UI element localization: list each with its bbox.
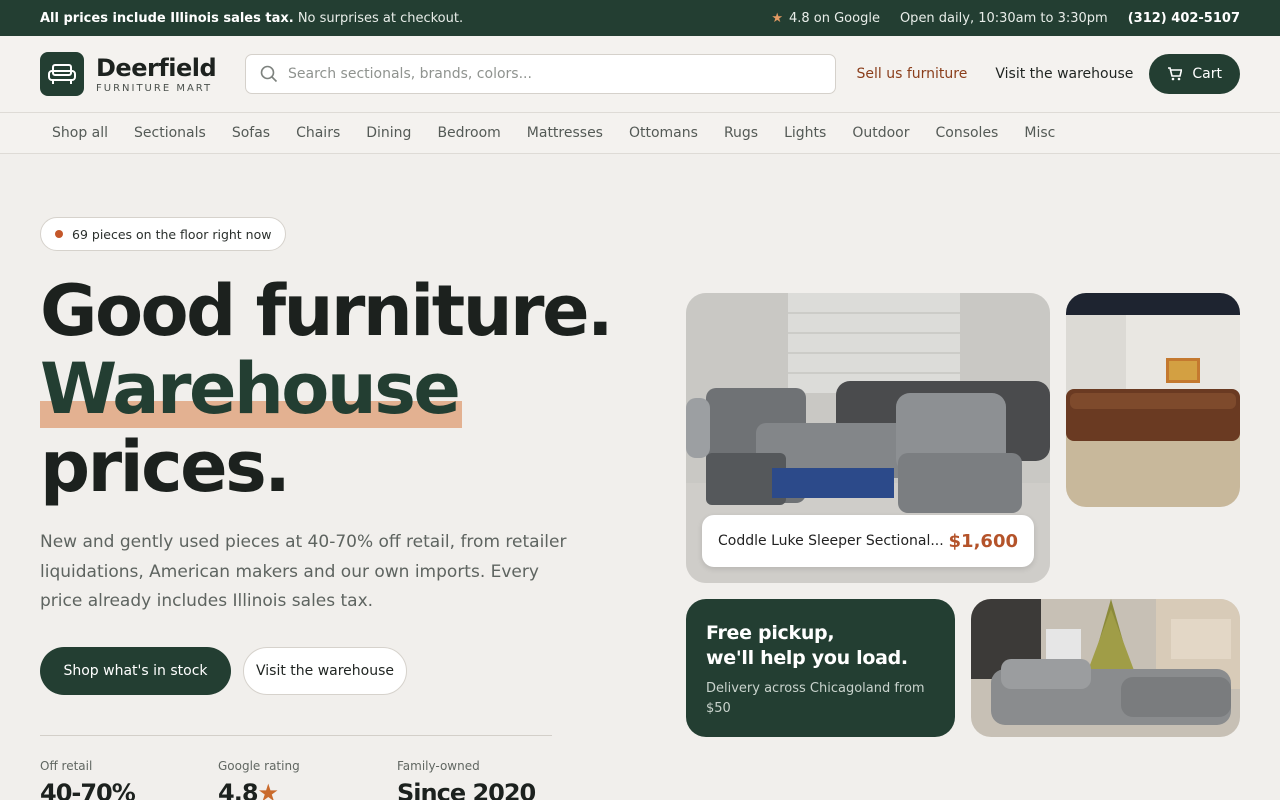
stat-label: Family-owned: [397, 759, 480, 773]
inventory-badge: 69 pieces on the floor right now: [40, 217, 287, 251]
visit-warehouse-button[interactable]: Visit the warehouse: [243, 647, 407, 695]
nav-bedroom[interactable]: Bedroom: [437, 125, 500, 141]
live-dot-icon: [55, 230, 63, 238]
tax-notice-bold: All prices include Illinois sales tax.: [40, 10, 294, 26]
nav-sofas[interactable]: Sofas: [232, 125, 270, 141]
shop-stock-button[interactable]: Shop what's in stock: [40, 647, 231, 695]
nav-ottomans[interactable]: Ottomans: [629, 125, 698, 141]
stat-family-owned: Family-owned Since 2020: [397, 759, 536, 800]
site-header: Deerfield FURNITURE MART Search sectiona…: [0, 36, 1280, 113]
nav-shop-all[interactable]: Shop all: [52, 125, 108, 141]
visit-warehouse-link[interactable]: Visit the warehouse: [995, 66, 1133, 82]
featured-product-card[interactable]: Coddle Luke Sleeper Sectional... $1,600: [686, 293, 1050, 583]
stat-google-rating: Google rating 4.8★: [218, 759, 300, 800]
stat-value: 40-70%: [40, 779, 136, 800]
category-nav: Shop all Sectionals Sofas Chairs Dining …: [0, 113, 1280, 154]
logo[interactable]: Deerfield FURNITURE MART: [40, 52, 245, 96]
featured-product-name: Coddle Luke Sleeper Sectional...: [718, 533, 944, 549]
nav-consoles[interactable]: Consoles: [935, 125, 998, 141]
tax-notice: All prices include Illinois sales tax. N…: [40, 11, 463, 26]
tax-notice-rest: No surprises at checkout.: [293, 10, 464, 26]
search-icon: [260, 65, 278, 83]
nav-lights[interactable]: Lights: [784, 125, 826, 141]
stat-value: 4.8★: [218, 779, 300, 800]
nav-chairs[interactable]: Chairs: [296, 125, 340, 141]
stat-off-retail: Off retail 40-70%: [40, 759, 136, 800]
pickup-title-2: we'll help you load.: [706, 647, 908, 669]
free-pickup-card[interactable]: Free pickup, we'll help you load. Delive…: [686, 599, 955, 737]
headline-line-3: prices.: [40, 426, 291, 508]
phone-link[interactable]: (312) 402-5107: [1128, 11, 1240, 26]
inventory-badge-text: 69 pieces on the floor right now: [72, 226, 272, 242]
stat-label: Google rating: [218, 759, 300, 773]
google-rating: ★ 4.8 on Google: [771, 11, 880, 26]
hero-description: New and gently used pieces at 40-70% off…: [40, 532, 567, 611]
sell-furniture-link[interactable]: Sell us furniture: [857, 66, 968, 82]
nav-sectionals[interactable]: Sectionals: [134, 125, 206, 141]
featured-product-price: $1,600: [948, 530, 1018, 552]
stat-label: Off retail: [40, 759, 93, 773]
headline-line-1: Good furniture.: [40, 270, 614, 352]
search-placeholder: Search sectionals, brands, colors...: [288, 66, 532, 82]
announcement-bar: All prices include Illinois sales tax. N…: [0, 0, 1280, 36]
google-rating-text: 4.8 on Google: [788, 10, 880, 26]
pickup-subtitle: Delivery across Chicagoland from $50: [706, 681, 925, 716]
nav-misc[interactable]: Misc: [1024, 125, 1055, 141]
brand-name: Deerfield: [96, 53, 217, 82]
featured-price-tag: Coddle Luke Sleeper Sectional... $1,600: [702, 515, 1034, 567]
star-icon: ★: [771, 10, 783, 26]
headline-line-2-text: Warehouse: [40, 348, 461, 430]
headline-line-2: Warehouse: [40, 348, 463, 430]
warehouse-photo-card[interactable]: [1066, 293, 1240, 507]
cart-icon: [1168, 67, 1183, 81]
stat-value: Since 2020: [397, 779, 536, 800]
nav-mattresses[interactable]: Mattresses: [527, 125, 603, 141]
stats-divider: [40, 735, 552, 736]
nav-rugs[interactable]: Rugs: [724, 125, 758, 141]
sofa-icon: [40, 52, 84, 96]
cart-button[interactable]: Cart: [1149, 54, 1240, 94]
store-hours: Open daily, 10:30am to 3:30pm: [899, 10, 1108, 26]
cart-label: Cart: [1192, 66, 1222, 82]
pickup-title-1: Free pickup,: [706, 622, 835, 644]
nav-dining[interactable]: Dining: [366, 125, 411, 141]
showroom-photo: [971, 599, 1240, 737]
hero-headline: Good furniture. Warehouse prices.: [40, 270, 614, 508]
showroom-photo-card[interactable]: [971, 599, 1240, 737]
stat-rating-value: 4.8: [218, 779, 259, 800]
brand-subtitle: FURNITURE MART: [96, 82, 213, 94]
leather-sectional-photo: [1066, 293, 1240, 507]
search-input[interactable]: Search sectionals, brands, colors...: [245, 54, 836, 94]
nav-outdoor[interactable]: Outdoor: [852, 125, 909, 141]
star-icon: ★: [257, 779, 279, 800]
